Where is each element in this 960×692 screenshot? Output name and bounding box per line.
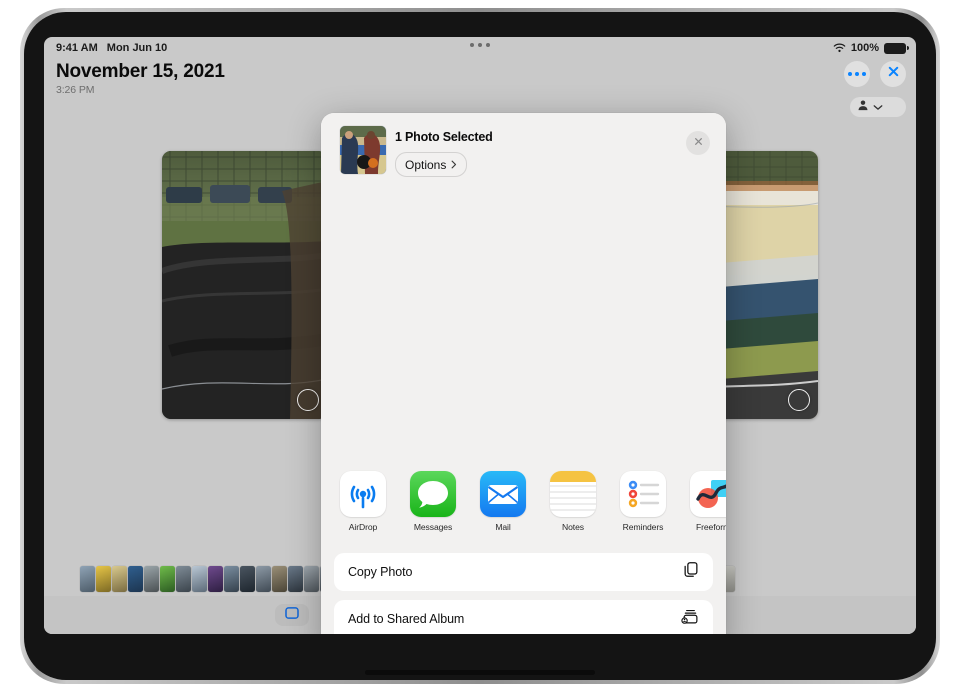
- list-item[interactable]: [208, 566, 223, 592]
- library-icon: [284, 606, 300, 624]
- list-item[interactable]: [224, 566, 239, 592]
- empty-circle-icon[interactable]: [788, 389, 810, 411]
- library-button[interactable]: [275, 604, 309, 626]
- share-app-label: Reminders: [622, 522, 664, 532]
- more-options-button[interactable]: [844, 61, 870, 87]
- status-bar: 9:41 AM Mon Jun 10 100%: [44, 37, 916, 59]
- ipad-screen: 9:41 AM Mon Jun 10 100% November 15, 202…: [44, 37, 916, 634]
- shared-album-icon: [681, 608, 700, 630]
- share-app-mail[interactable]: Mail: [476, 471, 530, 532]
- screenshot-root: 9:41 AM Mon Jun 10 100% November 15, 202…: [0, 0, 960, 692]
- close-icon: [693, 134, 704, 152]
- share-sheet: 1 Photo Selected Options AirDrop Message…: [321, 113, 726, 634]
- selected-photo-thumbnail[interactable]: [340, 126, 386, 174]
- share-action-group-1: Copy Photo: [334, 553, 713, 591]
- options-label: Options: [405, 157, 447, 172]
- share-sheet-photo-preview-band: [321, 185, 726, 461]
- share-app-messages[interactable]: Messages: [406, 471, 460, 532]
- close-button[interactable]: [880, 61, 906, 87]
- list-item[interactable]: [112, 566, 127, 592]
- list-item[interactable]: [288, 566, 303, 592]
- multitasking-dots-icon[interactable]: [470, 43, 490, 47]
- status-bar-time: 9:41 AM: [56, 42, 98, 54]
- action-copy-photo[interactable]: Copy Photo: [334, 553, 713, 591]
- freeform-icon: [690, 471, 726, 517]
- share-app-notes[interactable]: Notes: [546, 471, 600, 532]
- status-bar-right: 100%: [833, 42, 909, 54]
- share-sheet-header: 1 Photo Selected Options: [321, 113, 726, 185]
- list-item[interactable]: [240, 566, 255, 592]
- action-add-to-shared-album[interactable]: Add to Shared Album: [334, 600, 713, 634]
- home-indicator: [365, 670, 595, 675]
- close-icon: [887, 65, 900, 83]
- list-item[interactable]: [272, 566, 287, 592]
- chevron-right-icon: [451, 158, 457, 172]
- list-item[interactable]: [304, 566, 319, 592]
- action-label: Add to Shared Album: [348, 612, 465, 626]
- list-item[interactable]: [96, 566, 111, 592]
- share-sheet-title: 1 Photo Selected: [395, 130, 493, 144]
- mail-icon: [480, 471, 526, 517]
- share-app-label: Messages: [413, 522, 453, 532]
- header-actions: [844, 61, 906, 87]
- more-options-icon: [848, 72, 866, 76]
- status-bar-left: 9:41 AM Mon Jun 10: [56, 42, 167, 54]
- share-sheet-close-button[interactable]: [686, 131, 710, 155]
- share-app-label: AirDrop: [348, 522, 378, 532]
- battery-percent: 100%: [850, 42, 879, 54]
- photo-thumbnail-left[interactable]: [162, 151, 327, 419]
- share-app-freeform[interactable]: Freeform: [686, 471, 726, 532]
- action-label: Copy Photo: [348, 565, 413, 579]
- share-sheet-apps-row[interactable]: AirDrop Messages Mail Notes Reminders Fr…: [321, 461, 726, 553]
- messages-icon: [410, 471, 456, 517]
- share-app-label: Notes: [562, 522, 584, 532]
- list-item[interactable]: [144, 566, 159, 592]
- copy-icon: [682, 561, 700, 584]
- list-item[interactable]: [128, 566, 143, 592]
- share-app-airdrop[interactable]: AirDrop: [336, 471, 390, 532]
- wifi-icon: [833, 43, 846, 53]
- notes-icon: [550, 471, 596, 517]
- status-bar-date: Mon Jun 10: [106, 42, 168, 54]
- list-item[interactable]: [256, 566, 271, 592]
- share-action-group-2: Add to Shared Album Add to Album: [334, 600, 713, 634]
- page-subtitle: 3:26 PM: [56, 84, 95, 96]
- share-app-reminders[interactable]: Reminders: [616, 471, 670, 532]
- airdrop-icon: [340, 471, 386, 517]
- share-app-label: Mail: [495, 522, 511, 532]
- battery-icon: [884, 42, 909, 54]
- options-button[interactable]: Options: [395, 152, 468, 177]
- list-item[interactable]: [192, 566, 207, 592]
- list-item[interactable]: [176, 566, 191, 592]
- list-item[interactable]: [80, 566, 95, 592]
- share-app-label: Freeform: [695, 522, 726, 532]
- list-item[interactable]: [160, 566, 175, 592]
- empty-circle-icon[interactable]: [297, 389, 319, 411]
- reminders-icon: [620, 471, 666, 517]
- page-title: November 15, 2021: [56, 61, 225, 82]
